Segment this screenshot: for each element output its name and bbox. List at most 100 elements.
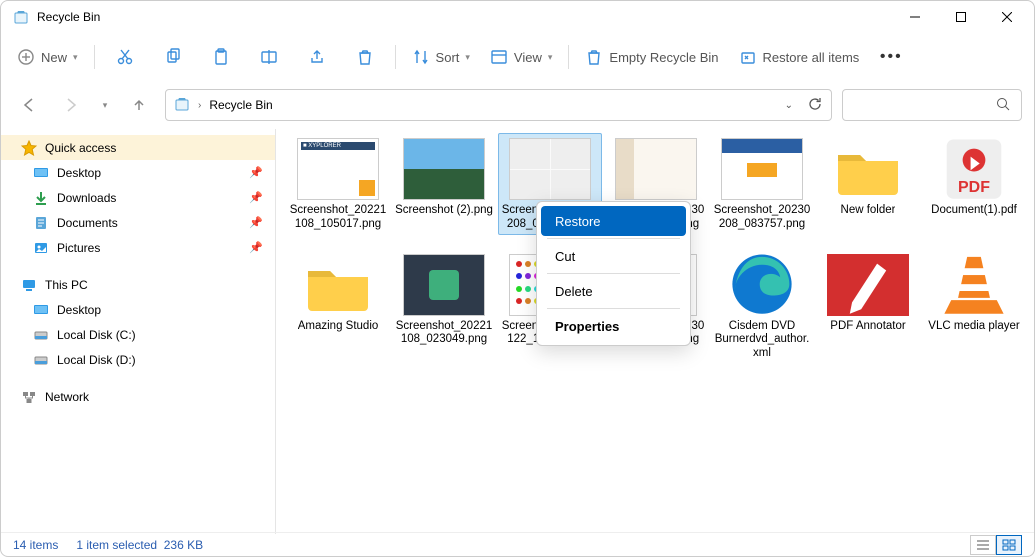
- file-thumbnail: [509, 138, 591, 200]
- file-label: Amazing Studio: [298, 320, 379, 334]
- copy-button[interactable]: [151, 39, 195, 75]
- forward-button[interactable]: [55, 89, 87, 121]
- status-count: 14 items: [13, 538, 58, 552]
- delete-button[interactable]: [343, 39, 387, 75]
- pin-icon: 📌: [249, 166, 263, 179]
- file-tile[interactable]: Cisdem DVD Burnerdvd_author.xml: [710, 249, 814, 364]
- file-tile[interactable]: Amazing Studio: [286, 249, 390, 364]
- sidebar-thispc-label: This PC: [45, 278, 88, 292]
- search-input[interactable]: [842, 89, 1022, 121]
- maximize-button[interactable]: [938, 1, 984, 33]
- restore-all-label: Restore all items: [763, 50, 860, 65]
- file-tile[interactable]: ■ XYPLORER Screenshot_20221108_105017.png: [286, 133, 390, 235]
- pin-icon: 📌: [249, 241, 263, 254]
- file-thumbnail: [827, 254, 909, 316]
- new-label: New: [41, 50, 67, 65]
- sort-label: Sort: [436, 50, 460, 65]
- titlebar: Recycle Bin: [1, 1, 1034, 33]
- file-thumbnail: ■ XYPLORER: [297, 138, 379, 200]
- sidebar-quick-label: Quick access: [45, 141, 116, 155]
- rename-button[interactable]: [247, 39, 291, 75]
- close-button[interactable]: [984, 1, 1030, 33]
- file-label: Screenshot_20221108_105017.png: [289, 204, 387, 232]
- file-label: Document(1).pdf: [931, 204, 1017, 218]
- sidebar-desktop-2[interactable]: Desktop: [1, 297, 275, 322]
- paste-button[interactable]: [199, 39, 243, 75]
- sidebar-quick-access[interactable]: Quick access: [1, 135, 275, 160]
- file-tile[interactable]: PDF Document(1).pdf: [922, 133, 1026, 235]
- file-tile[interactable]: Screenshot (2).png: [392, 133, 496, 235]
- pin-icon: 📌: [249, 191, 263, 204]
- view-switch: [970, 535, 1022, 555]
- restore-all-button[interactable]: Restore all items: [731, 39, 868, 75]
- chevron-down-icon: ▾: [465, 52, 470, 63]
- file-label: Screenshot_20230208_083757.png: [713, 204, 811, 232]
- recycle-bin-icon: [13, 9, 29, 25]
- file-label: Cisdem DVD Burnerdvd_author.xml: [713, 320, 811, 361]
- sidebar-documents-label: Documents: [57, 216, 118, 230]
- context-properties[interactable]: Properties: [541, 311, 686, 341]
- file-thumbnail: [615, 138, 697, 200]
- sidebar-pictures-label: Pictures: [57, 241, 100, 255]
- view-button[interactable]: View ▾: [482, 39, 560, 75]
- breadcrumb-location: Recycle Bin: [209, 98, 272, 112]
- sidebar-desktop-label: Desktop: [57, 166, 101, 180]
- address-row: ▾ › Recycle Bin ⌄: [1, 81, 1034, 129]
- sidebar-local-d[interactable]: Local Disk (D:): [1, 347, 275, 372]
- sidebar-network[interactable]: Network: [1, 384, 275, 409]
- sidebar-downloads[interactable]: Downloads 📌: [1, 185, 275, 210]
- file-tile[interactable]: Screenshot_20221108_023049.png: [392, 249, 496, 364]
- sidebar-downloads-label: Downloads: [57, 191, 116, 205]
- file-label: Screenshot_20221108_023049.png: [395, 320, 493, 348]
- icons-view-button[interactable]: [996, 535, 1022, 555]
- minimize-button[interactable]: [892, 1, 938, 33]
- context-menu: Restore Cut Delete Properties: [536, 201, 691, 346]
- sidebar-pictures[interactable]: Pictures 📌: [1, 235, 275, 260]
- new-button[interactable]: New ▾: [9, 39, 86, 75]
- file-tile[interactable]: VLC media player: [922, 249, 1026, 364]
- refresh-icon[interactable]: [807, 96, 823, 115]
- file-label: Screenshot (2).png: [395, 204, 493, 218]
- file-thumbnail: PDF: [933, 138, 1015, 200]
- breadcrumb[interactable]: › Recycle Bin ⌄: [165, 89, 832, 121]
- context-restore[interactable]: Restore: [541, 206, 686, 236]
- window-title: Recycle Bin: [37, 10, 100, 24]
- cut-button[interactable]: [103, 39, 147, 75]
- sidebar-local-c[interactable]: Local Disk (C:): [1, 322, 275, 347]
- search-icon: [995, 96, 1011, 115]
- file-thumbnail: [297, 254, 379, 316]
- file-tile[interactable]: New folder: [816, 133, 920, 235]
- more-button[interactable]: •••: [871, 48, 911, 66]
- file-label: New folder: [841, 204, 896, 218]
- file-thumbnail: [933, 254, 1015, 316]
- chevron-down-icon: ▾: [73, 52, 78, 63]
- file-tile[interactable]: Screenshot_20230208_083757.png: [710, 133, 814, 235]
- status-selection: 1 item selected 236 KB: [76, 538, 203, 552]
- share-button[interactable]: [295, 39, 339, 75]
- chevron-down-icon[interactable]: ⌄: [785, 100, 793, 111]
- toolbar: New ▾ Sort ▾ View ▾ Empty Recycle Bin Re…: [1, 33, 1034, 81]
- file-thumbnail: [403, 254, 485, 316]
- pin-icon: 📌: [249, 216, 263, 229]
- details-view-button[interactable]: [970, 535, 996, 555]
- back-button[interactable]: [13, 89, 45, 121]
- file-tile[interactable]: PDF Annotator: [816, 249, 920, 364]
- sidebar-this-pc[interactable]: This PC: [1, 272, 275, 297]
- empty-recycle-button[interactable]: Empty Recycle Bin: [577, 39, 726, 75]
- statusbar: 14 items 1 item selected 236 KB: [1, 532, 1034, 556]
- chevron-down-icon: ▾: [548, 52, 553, 63]
- file-label: PDF Annotator: [830, 320, 905, 334]
- context-delete[interactable]: Delete: [541, 276, 686, 306]
- file-thumbnail: [721, 138, 803, 200]
- recent-dropdown[interactable]: ▾: [97, 89, 113, 121]
- sidebar: Quick access Desktop 📌 Downloads 📌 Docum…: [1, 129, 276, 534]
- context-cut[interactable]: Cut: [541, 241, 686, 271]
- file-label: VLC media player: [928, 320, 1019, 334]
- view-label: View: [514, 50, 542, 65]
- empty-label: Empty Recycle Bin: [609, 50, 718, 65]
- up-button[interactable]: [123, 89, 155, 121]
- sidebar-network-label: Network: [45, 390, 89, 404]
- sidebar-desktop[interactable]: Desktop 📌: [1, 160, 275, 185]
- sidebar-documents[interactable]: Documents 📌: [1, 210, 275, 235]
- sort-button[interactable]: Sort ▾: [404, 39, 478, 75]
